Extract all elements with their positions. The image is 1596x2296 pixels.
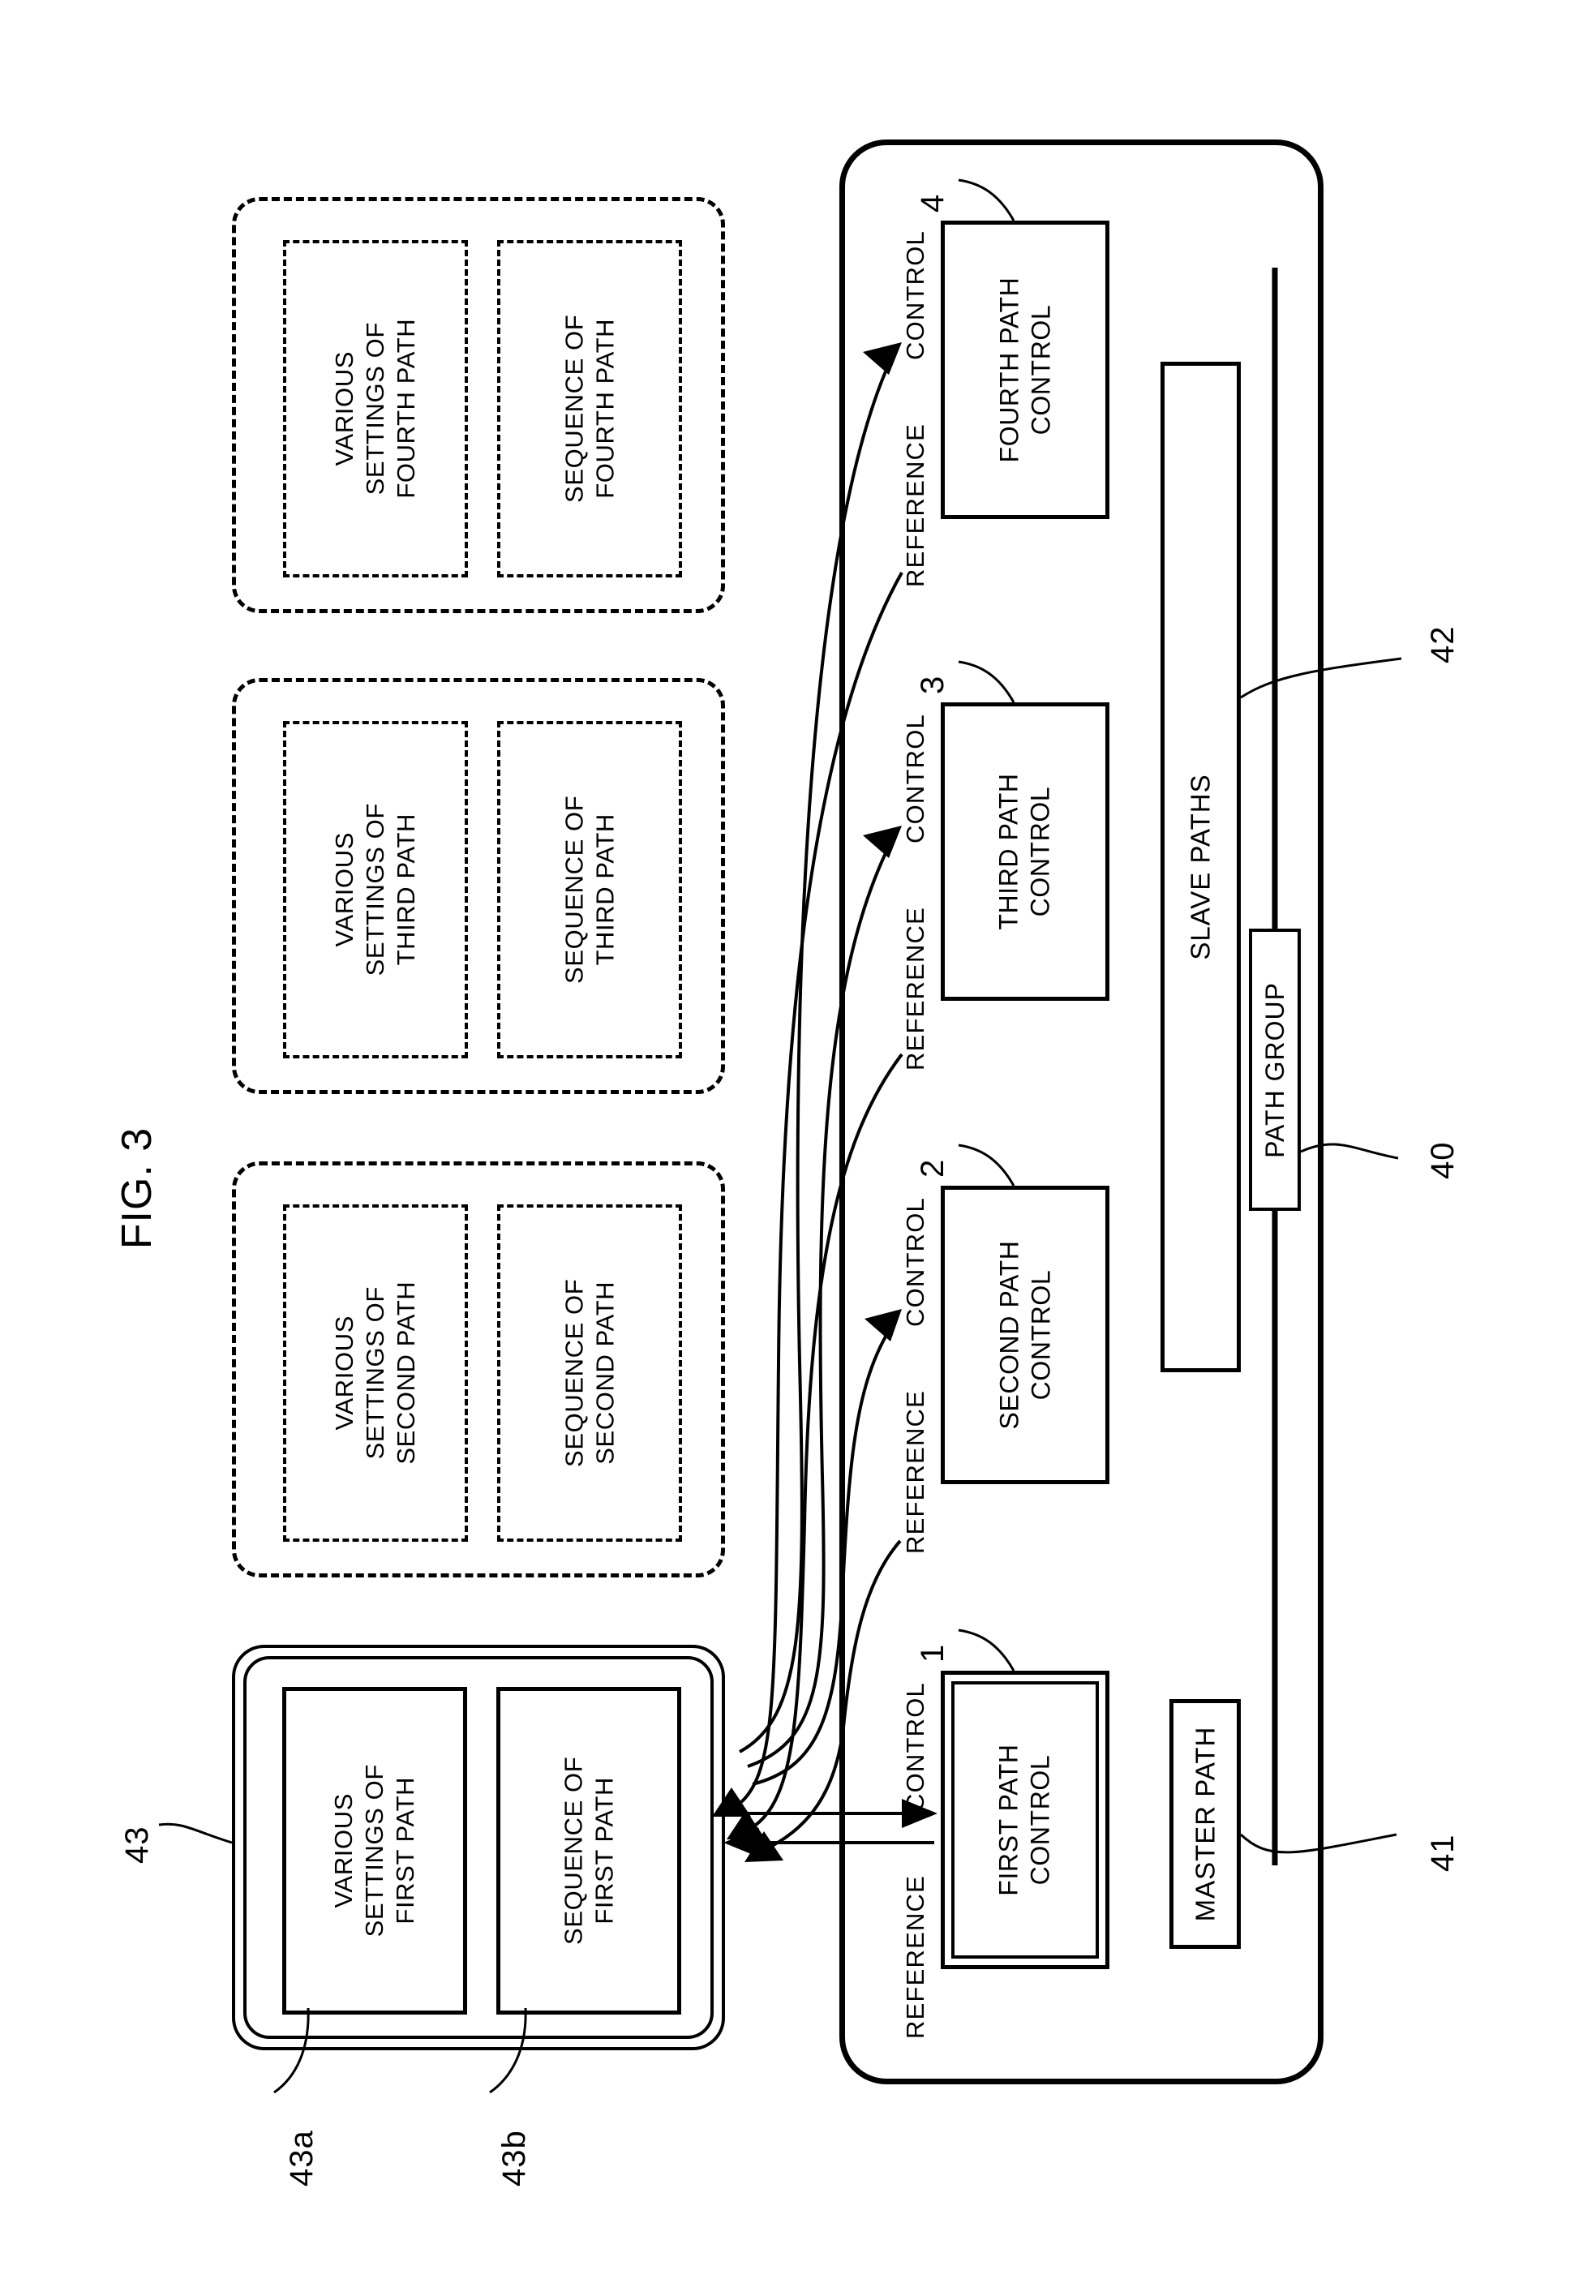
sequence-of-fourth-path-label: SEQUENCE OF FOURTH PATH <box>560 314 619 504</box>
sequence-of-first-path-box: SEQUENCE OF FIRST PATH <box>496 1687 681 2015</box>
slave-paths-bar: SLAVE PATHS <box>1161 362 1241 1372</box>
master-path-label: MASTER PATH <box>1190 1726 1221 1922</box>
figure-label: FIG. 3 <box>114 1127 161 1250</box>
settings-group-first-path: VARIOUS SETTINGS OF FIRST PATH SEQUENCE … <box>232 1645 725 2050</box>
numeral-fourth-path-control: 4 <box>915 193 950 212</box>
numeral-third-path-control: 3 <box>915 675 950 694</box>
flow-caption-reference-first: REFERENCE <box>901 1875 929 2039</box>
sequence-of-third-path-label: SEQUENCE OF THIRD PATH <box>560 795 619 985</box>
sequence-of-fourth-path-box: SEQUENCE OF FOURTH PATH <box>497 240 682 577</box>
flow-caption-control-fourth: CONTROL <box>901 230 929 360</box>
first-path-control-label: FIRST PATH CONTROL <box>993 1744 1055 1896</box>
path-group-label: PATH GROUP <box>1259 981 1289 1158</box>
leader-line-first-path-settings-group <box>158 1822 233 1844</box>
first-path-control-box: FIRST PATH CONTROL <box>941 1671 1109 1969</box>
various-settings-of-first-path-label: VARIOUS SETTINGS OF FIRST PATH <box>329 1764 419 1938</box>
settings-group-third-path: VARIOUS SETTINGS OF THIRD PATH SEQUENCE … <box>232 678 725 1094</box>
numeral-master-path: 41 <box>1425 1834 1461 1873</box>
numeral-first-path-various-settings: 43a <box>284 2130 320 2187</box>
numeral-slave-paths: 42 <box>1425 625 1461 664</box>
numeral-first-path-settings-group: 43 <box>119 1826 155 1865</box>
flow-caption-reference-fourth: REFERENCE <box>901 423 929 587</box>
third-path-reference-arrow-head <box>727 1810 766 1839</box>
master-path-bar: MASTER PATH <box>1169 1699 1241 1949</box>
slave-paths-label: SLAVE PATHS <box>1185 774 1216 960</box>
settings-group-fourth-path: VARIOUS SETTINGS OF FOURTH PATH SEQUENCE… <box>232 197 725 613</box>
various-settings-of-first-path-box: VARIOUS SETTINGS OF FIRST PATH <box>282 1687 467 2015</box>
various-settings-of-third-path-label: VARIOUS SETTINGS OF THIRD PATH <box>330 803 420 976</box>
numeral-first-path-control: 1 <box>915 1643 950 1663</box>
numeral-second-path-control: 2 <box>915 1158 950 1178</box>
second-path-control-label: SECOND PATH CONTROL <box>993 1240 1055 1430</box>
various-settings-of-third-path-box: VARIOUS SETTINGS OF THIRD PATH <box>283 721 468 1058</box>
flow-caption-control-second: CONTROL <box>901 1197 929 1327</box>
patent-figure: FIG. 3 VARIOUS SETTINGS OF FOURTH PATH S… <box>0 0 1596 2296</box>
various-settings-of-second-path-box: VARIOUS SETTINGS OF SECOND PATH <box>283 1204 468 1542</box>
third-path-control-box: THIRD PATH CONTROL <box>941 702 1109 1001</box>
sequence-of-third-path-box: SEQUENCE OF THIRD PATH <box>497 721 682 1058</box>
various-settings-of-fourth-path-label: VARIOUS SETTINGS OF FOURTH PATH <box>330 319 420 499</box>
fourth-path-control-box: FOURTH PATH CONTROL <box>941 221 1109 519</box>
path-group-bar: PATH GROUP <box>1249 929 1301 1211</box>
flow-caption-reference-third: REFERENCE <box>901 907 929 1071</box>
first-path-reference-arrow-head <box>723 1828 759 1857</box>
flow-caption-control-third: CONTROL <box>901 714 929 843</box>
numeral-path-group: 40 <box>1425 1141 1461 1180</box>
various-settings-of-fourth-path-box: VARIOUS SETTINGS OF FOURTH PATH <box>283 240 468 577</box>
flow-caption-control-first: CONTROL <box>901 1682 929 1812</box>
various-settings-of-second-path-label: VARIOUS SETTINGS OF SECOND PATH <box>330 1281 420 1465</box>
settings-group-second-path: VARIOUS SETTINGS OF SECOND PATH SEQUENCE… <box>232 1161 725 1577</box>
sequence-of-second-path-label: SEQUENCE OF SECOND PATH <box>560 1278 619 1468</box>
sequence-of-first-path-label: SEQUENCE OF FIRST PATH <box>559 1756 618 1946</box>
sequence-of-second-path-box: SEQUENCE OF SECOND PATH <box>497 1204 682 1542</box>
second-path-control-box: SECOND PATH CONTROL <box>941 1186 1109 1484</box>
second-path-reference-arrow-head <box>744 1831 783 1862</box>
third-path-control-label: THIRD PATH CONTROL <box>993 773 1055 930</box>
numeral-first-path-sequence: 43b <box>496 2130 532 2187</box>
flow-caption-reference-second: REFERENCE <box>901 1390 929 1554</box>
fourth-path-control-label: FOURTH PATH CONTROL <box>993 277 1056 463</box>
